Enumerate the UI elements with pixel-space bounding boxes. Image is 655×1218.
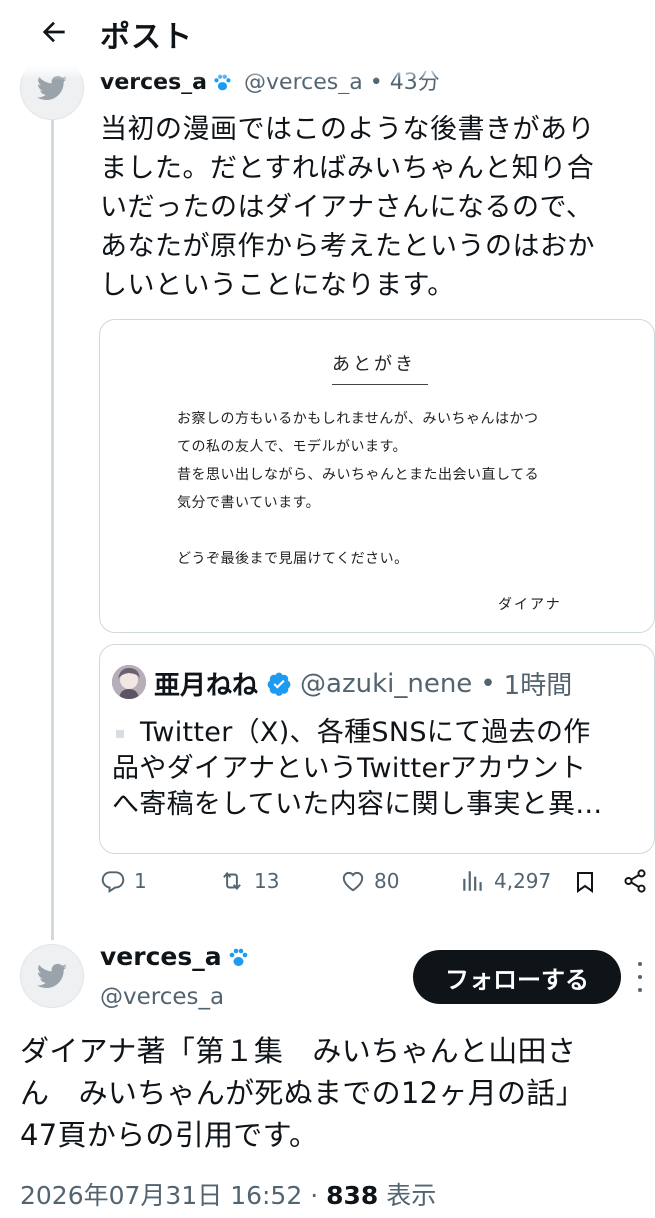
tweet-text-line: 47頁からの引用です。 (20, 1118, 319, 1152)
tweet-text: 当初の漫画ではこのような後書きがあり ました。だとすればみいちゃんと知り合 いだ… (100, 110, 640, 305)
quote-display-name: 亜月ねね (154, 671, 259, 701)
bookmark-icon (577, 872, 593, 893)
arrow-left-icon (42, 21, 65, 43)
separator-dot: · (310, 1181, 319, 1210)
tweet-text-line: しいということになります。 (100, 270, 455, 301)
separator-dot: • (480, 668, 496, 699)
verified-badge-icon (267, 672, 291, 696)
quote-text-line: へ寄稿をしていた内容に関し事実と異… (112, 789, 603, 820)
repost-icon (223, 871, 241, 891)
like-count: 80 (374, 869, 400, 893)
reply-icon (101, 871, 125, 893)
header-fade (0, 66, 655, 80)
display-name-text: verces_a (100, 942, 222, 971)
follow-button[interactable]: フォローする (413, 950, 621, 1004)
tweet-text-line: ダイアナ著「第１集 みいちゃんと山田さ (20, 1034, 577, 1068)
image-text-line: お察しの方もいるかもしれませんが、みいちゃんはかつ (177, 411, 539, 427)
tweet-timestamp[interactable]: 2026年07月31日 16:52 (20, 1181, 302, 1210)
quote-avatar (112, 665, 146, 699)
quote-handle: @azuki_nene (300, 668, 473, 699)
tweet-text-line: ん みいちゃんが死ぬまでの12ヶ月の話」 (20, 1076, 585, 1110)
tweet-text-line: あなたが原作から考えたというのはおか (100, 231, 595, 262)
tweet-text-line: いだったのはダイアナさんになるので、 (100, 192, 594, 223)
display-name[interactable]: verces_a (100, 942, 250, 971)
share-button[interactable] (622, 868, 655, 894)
like-button[interactable]: 80 (340, 868, 399, 894)
quote-text-line: 品やダイアナというTwitterアカウント (112, 753, 587, 784)
more-options-button[interactable] (632, 962, 648, 992)
tweet-text-line: 当初の漫画ではこのような後書きがあり (100, 114, 595, 145)
reply-count: 1 (134, 869, 147, 893)
paw-icon (229, 948, 247, 966)
tweet-actions: 1 13 80 4,297 (100, 868, 655, 906)
image-text-line: どうぞ最後まで見届けてください。 (177, 551, 409, 567)
like-icon (342, 871, 364, 892)
quote-time: 1時間 (503, 671, 573, 701)
top-bar: ポスト (0, 0, 655, 66)
attached-image[interactable]: あとがき お察しの方もいるかもしれませんが、みいちゃんはかつ ての私の友人で、モ… (99, 319, 655, 633)
reply-button[interactable]: 1 (100, 868, 147, 894)
handle[interactable]: @verces_a (100, 984, 224, 1010)
tweet-text: ダイアナ著「第１集 みいちゃんと山田さ ん みいちゃんが死ぬまでの12ヶ月の話」… (20, 1030, 640, 1156)
bullet-icon (116, 729, 124, 738)
bookmark-button[interactable] (573, 868, 605, 896)
repost-button[interactable]: 13 (218, 868, 279, 894)
image-title: あとがき (332, 354, 416, 375)
quote-text: Twitter（X)、各種SNSにて過去の作 品やダイアナというTwitterア… (112, 715, 642, 823)
image-title-underline (332, 384, 428, 385)
view-label: 表示 (386, 1181, 437, 1210)
quote-header: 亜月ねね @azuki_nene • 1時間 (154, 665, 572, 702)
views-icon (463, 871, 482, 891)
image-signature: ダイアナ (498, 597, 562, 613)
avatar[interactable] (20, 944, 84, 1008)
view-count: 838 (326, 1181, 379, 1210)
more-icon (638, 962, 642, 966)
tweet-meta: 2026年07月31日 16:52 · 838 表示 (20, 1176, 436, 1212)
bird-icon (36, 963, 67, 988)
quoted-tweet[interactable]: 亜月ねね @azuki_nene • 1時間 Twitter（X)、各種SNSに… (99, 644, 655, 854)
image-text-line: 気分で書いています。 (177, 495, 321, 511)
page-title: ポスト (100, 20, 193, 55)
image-text-line: 昔を思い出しながら、みいちゃんとまた出会い直してる (177, 467, 540, 483)
back-button[interactable] (30, 8, 78, 56)
share-icon (624, 869, 646, 893)
tweet-text-line: ました。だとすればみいちゃんと知り合 (100, 153, 595, 184)
quote-text-line: Twitter（X)、各種SNSにて過去の作 (140, 717, 591, 748)
views-count: 4,297 (494, 869, 552, 893)
repost-count: 13 (254, 869, 280, 893)
thread-connector (51, 118, 54, 940)
image-text-line: ての私の友人で、モデルがいます。 (177, 439, 408, 455)
views-button[interactable]: 4,297 (460, 868, 551, 894)
